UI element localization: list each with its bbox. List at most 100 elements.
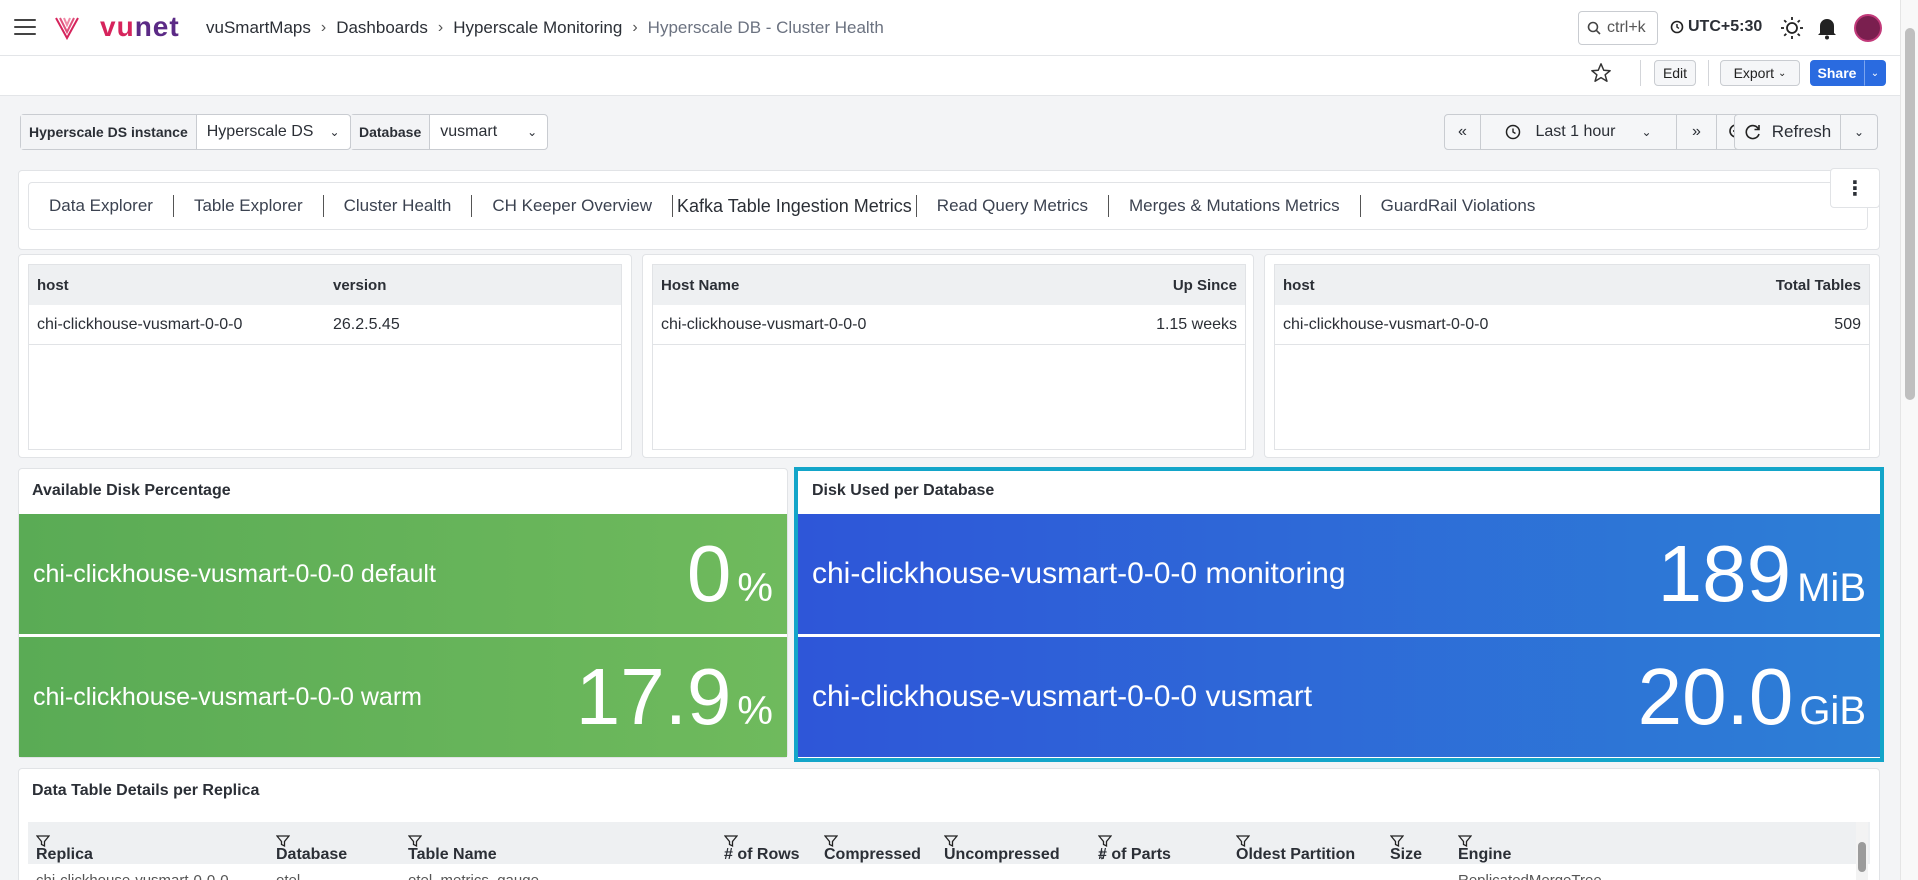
column-header-rows[interactable]: # of Rows: [724, 834, 800, 863]
tables-count-table: host Total Tables chi-clickhouse-vusmart…: [1274, 264, 1870, 450]
column-header-replica[interactable]: Replica: [36, 834, 93, 863]
chevron-down-icon: ⌄: [1641, 125, 1652, 139]
data-table-header: Replica Database Table Name # of Rows Co…: [28, 822, 1870, 864]
search-button[interactable]: ctrl+k: [1578, 11, 1658, 45]
export-label: Export: [1733, 65, 1775, 81]
vunet-logo[interactable]: vunet: [100, 11, 180, 43]
column-header-size[interactable]: Size: [1390, 834, 1422, 863]
table-cell: 509: [1834, 315, 1861, 333]
export-button[interactable]: Export ⌄: [1720, 60, 1800, 86]
notification-bell-icon[interactable]: [1816, 16, 1838, 40]
column-header-up-since[interactable]: Up Since: [1173, 277, 1237, 294]
tab-separator: [1107, 195, 1109, 217]
page-scrollbar[interactable]: [1900, 0, 1918, 880]
table-scrollbar-thumb[interactable]: [1858, 842, 1866, 872]
stat-tile: chi-clickhouse-vusmart-0-0-0 monitoring …: [798, 514, 1880, 634]
table-header: Host Name Up Since: [653, 265, 1245, 305]
double-chevron-right-icon: »: [1692, 123, 1701, 140]
column-header-oldest-partition[interactable]: Oldest Partition: [1236, 834, 1355, 863]
column-header-database[interactable]: Database: [276, 834, 347, 863]
vunet-logo-icon: [55, 17, 79, 41]
stat-label: chi-clickhouse-vusmart-0-0-0 warm: [33, 682, 422, 711]
dashboard-tabs: Data Explorer Table Explorer Cluster Hea…: [28, 182, 1868, 230]
menu-icon[interactable]: [14, 19, 36, 35]
tab-separator: [915, 195, 917, 217]
table-cell: otel: [276, 872, 300, 880]
divider: [1708, 60, 1709, 86]
refresh-label: Refresh: [1771, 122, 1832, 141]
column-header-uncompressed[interactable]: Uncompressed: [944, 834, 1060, 863]
share-button[interactable]: Share: [1810, 60, 1864, 86]
tab-table-explorer[interactable]: Table Explorer: [194, 196, 303, 216]
filter-label: Database: [351, 115, 431, 149]
tab-guardrail-violations[interactable]: GuardRail Violations: [1381, 196, 1536, 216]
chevron-down-icon: ⌄: [329, 125, 340, 139]
table-row: chi-clickhouse-vusmart-0-0-0 otel otel_m…: [28, 864, 1870, 880]
timezone-selector[interactable]: UTC+5:30: [1670, 18, 1762, 36]
tab-separator: [172, 195, 174, 217]
theme-toggle-icon[interactable]: [1780, 16, 1804, 40]
breadcrumb-hyperscale-monitoring[interactable]: Hyperscale Monitoring: [453, 18, 622, 38]
favorite-star-icon[interactable]: [1590, 62, 1612, 84]
refresh-button[interactable]: Refresh: [1735, 115, 1841, 149]
stat-unit: MiB: [1797, 566, 1866, 610]
stat-value: 17.9: [575, 652, 732, 741]
tab-kafka-table-ingestion-metrics[interactable]: Kafka Table Ingestion Metrics: [677, 196, 912, 217]
column-header-host[interactable]: host: [1283, 277, 1315, 294]
more-options-icon[interactable]: ⋮: [1830, 168, 1880, 208]
tab-separator: [471, 195, 473, 217]
tab-ch-keeper-overview[interactable]: CH Keeper Overview: [492, 196, 652, 216]
breadcrumb: vuSmartMaps › Dashboards › Hyperscale Mo…: [206, 18, 884, 38]
clock-icon: [1670, 20, 1684, 34]
search-icon: [1587, 21, 1601, 35]
filter-database[interactable]: Database vusmart ⌄: [350, 114, 549, 150]
double-chevron-left-icon: «: [1458, 123, 1467, 140]
search-shortcut: ctrl+k: [1607, 19, 1646, 36]
edit-button[interactable]: Edit: [1654, 60, 1696, 86]
tab-data-explorer[interactable]: Data Explorer: [49, 196, 153, 216]
time-range-control: « Last 1 hour ⌄ »: [1444, 114, 1758, 150]
stat-value: 0: [686, 529, 732, 618]
stat-tile: chi-clickhouse-vusmart-0-0-0 default 0%: [19, 514, 787, 634]
column-label: Uncompressed: [944, 846, 1060, 863]
table-cell: 26.2.5.45: [333, 315, 400, 333]
refresh-interval-dropdown[interactable]: ⌄: [1841, 115, 1877, 149]
table-cell: chi-clickhouse-vusmart-0-0-0: [36, 872, 229, 880]
column-label: Engine: [1458, 846, 1512, 863]
tab-merges-mutations-metrics[interactable]: Merges & Mutations Metrics: [1129, 196, 1340, 216]
tab-cluster-health[interactable]: Cluster Health: [344, 196, 452, 216]
sort-desc-icon[interactable]: ↓: [1098, 846, 1106, 864]
table-cell: otel_metrics_gauge: [408, 872, 539, 880]
refresh-control: Refresh ⌄: [1734, 114, 1878, 150]
table-row: chi-clickhouse-vusmart-0-0-0 1.15 weeks: [653, 305, 1245, 345]
page-scrollbar-thumb[interactable]: [1905, 28, 1915, 400]
breadcrumb-vusmartmaps[interactable]: vuSmartMaps: [206, 18, 311, 38]
share-dropdown-button[interactable]: ⌄: [1864, 60, 1886, 86]
column-header-total-tables[interactable]: Total Tables: [1776, 277, 1861, 294]
stat-tile: chi-clickhouse-vusmart-0-0-0 warm 17.9%: [19, 637, 787, 757]
column-label: Table Name: [408, 846, 497, 863]
stat-label: chi-clickhouse-vusmart-0-0-0 default: [33, 559, 436, 588]
table-scrollbar[interactable]: [1856, 822, 1868, 880]
column-header-host-name[interactable]: Host Name: [661, 277, 739, 294]
breadcrumb-dashboards[interactable]: Dashboards: [336, 18, 428, 38]
time-back-button[interactable]: «: [1445, 115, 1481, 149]
tab-read-query-metrics[interactable]: Read Query Metrics: [937, 196, 1088, 216]
column-header-table-name[interactable]: Table Name: [408, 834, 497, 863]
column-header-host[interactable]: host: [37, 277, 69, 294]
column-header-engine[interactable]: Engine: [1458, 834, 1511, 863]
column-label: Size: [1390, 846, 1423, 863]
time-forward-button[interactable]: »: [1677, 115, 1717, 149]
column-header-version[interactable]: version: [333, 277, 386, 294]
breadcrumb-current: Hyperscale DB - Cluster Health: [647, 18, 884, 37]
column-header-parts[interactable]: # of Parts ↓: [1098, 834, 1171, 863]
user-avatar[interactable]: [1854, 14, 1882, 42]
chevron-right-icon: ›: [437, 19, 444, 36]
filter-value: vusmart: [440, 123, 498, 140]
table-row: chi-clickhouse-vusmart-0-0-0 509: [1275, 305, 1869, 345]
filter-hyperscale-ds-instance[interactable]: Hyperscale DS instance Hyperscale DS ⌄: [20, 114, 351, 150]
tab-separator: [672, 195, 673, 217]
time-range-picker[interactable]: Last 1 hour ⌄: [1481, 115, 1677, 149]
stat-unit: GiB: [1799, 689, 1866, 733]
column-header-compressed[interactable]: Compressed: [824, 834, 921, 863]
